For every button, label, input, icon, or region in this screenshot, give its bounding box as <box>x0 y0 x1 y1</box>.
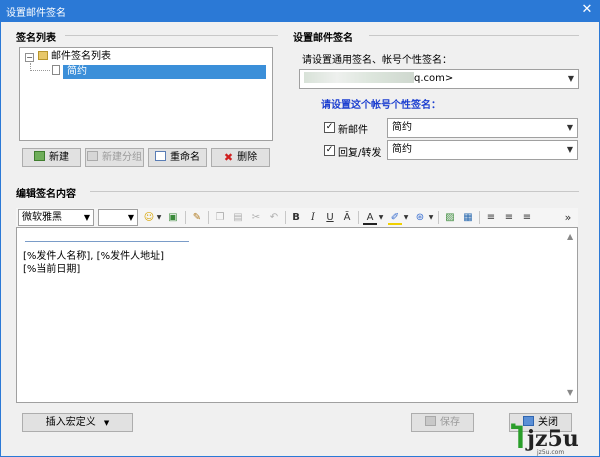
copy-icon[interactable]: ❐ <box>212 210 228 225</box>
tree-root-item[interactable]: 邮件签名列表 <box>38 50 111 64</box>
edit-signature-heading: 编辑签名内容 <box>16 189 76 200</box>
chevron-down-icon: ▼ <box>103 419 110 427</box>
toolbar-separator <box>185 211 186 224</box>
table-icon[interactable]: ▦ <box>461 210 475 225</box>
chevron-down-icon: ▼ <box>566 145 573 154</box>
save-button[interactable]: 保存 <box>411 413 474 432</box>
new-group-button[interactable]: 新建分组 <box>85 148 144 167</box>
format-brush-icon[interactable]: ✎ <box>189 210 205 225</box>
delete-icon: ✖ <box>223 151 234 164</box>
toolbar-separator <box>438 211 439 224</box>
close-icon[interactable]: ✕ <box>580 2 594 18</box>
font-family-select[interactable]: 微软雅黑 ▼ <box>18 209 94 226</box>
chevron-down-icon[interactable]: ▼ <box>403 210 409 225</box>
signature-tree[interactable]: − 邮件签名列表 简约 <box>19 47 273 141</box>
document-icon <box>52 65 60 75</box>
personal-signature-heading: 请设置这个帐号个性签名： <box>321 100 441 111</box>
more-icon[interactable]: » <box>562 210 574 225</box>
tree-child-item[interactable]: 简约 <box>52 65 266 79</box>
chevron-down-icon: ▼ <box>83 213 90 222</box>
signature-folder-icon <box>38 51 48 60</box>
chevron-down-icon: ▼ <box>566 123 573 132</box>
chevron-down-icon[interactable]: ▼ <box>378 210 384 225</box>
scroll-down-icon[interactable]: ▼ <box>567 388 573 397</box>
chevron-down-icon: ▼ <box>127 213 134 222</box>
new-button-label: 新建 <box>49 152 69 163</box>
editor-toolbar: 微软雅黑 ▼ ▼ ☺ ▼ ▣ ✎ ❐ ▤ ✂ ↶ B I U Ā A ▼ ✐ ▼… <box>16 208 578 227</box>
bold-icon[interactable]: B <box>289 210 303 225</box>
rename-button[interactable]: 重命名 <box>148 148 207 167</box>
undo-icon[interactable]: ↶ <box>266 210 282 225</box>
align-right-icon[interactable]: ≡ <box>520 210 534 225</box>
save-icon <box>425 416 436 426</box>
signature-editor[interactable]: [%发件人名称], [%发件人地址] [%当前日期] ▲ ▼ <box>16 227 578 403</box>
reply-checkbox[interactable]: ✓ <box>324 145 335 156</box>
toolbar-separator <box>285 211 286 224</box>
signature-prompt: 请设置通用签名、帐号个性签名： <box>302 55 452 66</box>
insert-macro-label: 插入宏定义 <box>45 417 96 428</box>
window-title: 设置邮件签名 <box>6 8 66 19</box>
font-family-value: 微软雅黑 <box>22 212 62 223</box>
site-watermark: Ⴈ jz5u jz5u.com <box>511 420 593 456</box>
new-mail-signature-select[interactable]: 简约 ▼ <box>387 118 578 138</box>
toolbar-separator <box>358 211 359 224</box>
save-label: 保存 <box>440 417 460 428</box>
emoji-icon[interactable]: ☺ <box>141 210 157 225</box>
account-suffix: q.com> <box>414 73 454 84</box>
signature-list-heading: 签名列表 <box>16 33 56 44</box>
italic-icon[interactable]: I <box>306 210 320 225</box>
underline-icon[interactable]: U <box>323 210 337 225</box>
signature-separator-line <box>25 241 189 242</box>
tree-connector <box>30 63 50 71</box>
editor-scrollbar[interactable]: ▲ ▼ <box>565 228 577 402</box>
new-mail-signature-value: 简约 <box>392 122 412 133</box>
chevron-down-icon: ▼ <box>567 74 574 83</box>
chevron-down-icon[interactable]: ▼ <box>156 210 162 225</box>
tree-root-label: 邮件签名列表 <box>51 51 111 62</box>
signature-dialog: 签名列表 − 邮件签名列表 简约 新建 新建分组 重命名 ✖ 删除 设置邮件签名 … <box>0 22 600 457</box>
image-insert-icon[interactable]: ▣ <box>165 210 181 225</box>
new-icon <box>34 151 45 161</box>
symbol-icon[interactable]: ⊛ <box>413 210 427 225</box>
align-center-icon[interactable]: ≡ <box>502 210 516 225</box>
new-group-icon <box>87 151 98 161</box>
reply-label: 回复/转发 <box>338 148 382 159</box>
font-size-select[interactable]: ▼ <box>98 209 138 226</box>
delete-label: 删除 <box>237 152 258 163</box>
watermark-subtext: jz5u.com <box>537 449 565 456</box>
watermark-logo-mark: Ⴈ <box>511 422 524 455</box>
title-bar: 设置邮件签名 ✕ <box>0 0 600 22</box>
new-signature-button[interactable]: 新建 <box>22 148 81 167</box>
insert-macro-button[interactable]: 插入宏定义 ▼ <box>22 413 133 432</box>
toolbar-separator <box>208 211 209 224</box>
picture-icon[interactable]: ▨ <box>443 210 457 225</box>
align-left-icon[interactable]: ≡ <box>484 210 498 225</box>
rename-icon <box>155 151 166 161</box>
paste-icon[interactable]: ▤ <box>230 210 246 225</box>
toolbar-separator <box>479 211 480 224</box>
cut-icon[interactable]: ✂ <box>248 210 264 225</box>
chevron-down-icon[interactable]: ▼ <box>428 210 434 225</box>
blurred-account <box>304 72 414 83</box>
tree-child-label: 简约 <box>63 65 266 79</box>
divider <box>369 35 579 36</box>
new-group-label: 新建分组 <box>102 152 142 163</box>
font-color-icon[interactable]: A <box>363 210 377 225</box>
highlight-icon[interactable]: ✐ <box>388 210 402 225</box>
divider <box>90 191 579 192</box>
scroll-up-icon[interactable]: ▲ <box>567 232 573 241</box>
delete-button[interactable]: ✖ 删除 <box>211 148 270 167</box>
new-mail-label: 新邮件 <box>338 125 368 136</box>
strikethrough-icon[interactable]: Ā <box>340 210 354 225</box>
collapse-icon[interactable]: − <box>25 53 34 62</box>
divider <box>65 35 278 36</box>
reply-signature-select[interactable]: 简约 ▼ <box>387 140 578 160</box>
signature-line-2: [%当前日期] <box>23 264 81 275</box>
set-signature-heading: 设置邮件签名 <box>293 33 353 44</box>
new-mail-checkbox[interactable]: ✓ <box>324 122 335 133</box>
rename-label: 重命名 <box>170 152 200 163</box>
account-select[interactable]: q.com> ▼ <box>299 69 579 89</box>
reply-signature-value: 简约 <box>392 144 412 155</box>
